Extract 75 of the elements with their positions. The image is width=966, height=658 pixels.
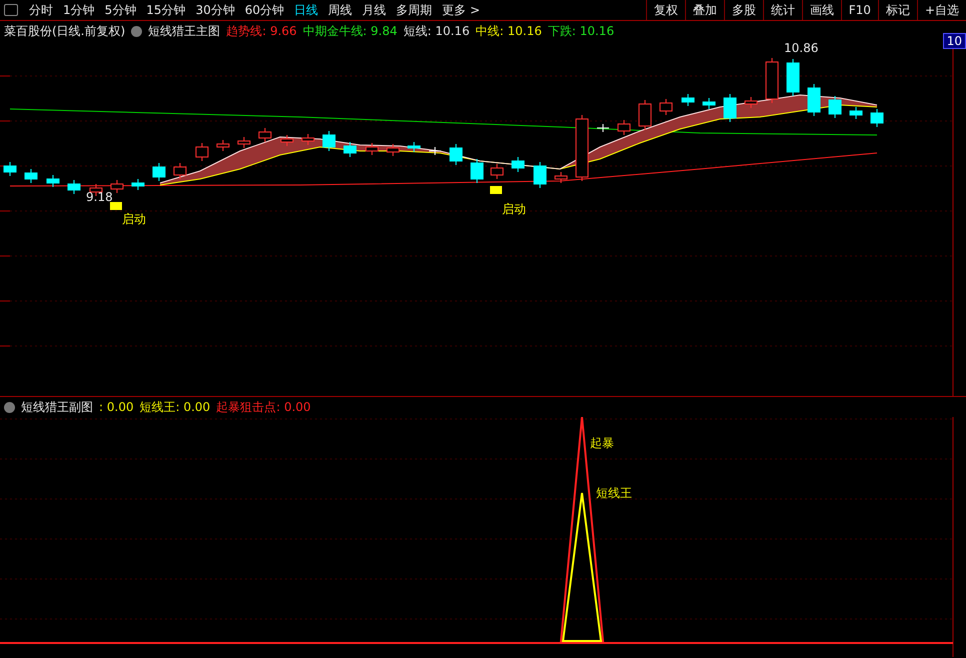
candlestick (850, 106, 862, 120)
legend-value: 短线: 10.16 (403, 22, 470, 40)
dropdown-icon[interactable] (4, 402, 15, 412)
candlestick (702, 98, 716, 110)
candlestick (828, 96, 842, 118)
period-tab[interactable]: 1分钟 (58, 0, 100, 20)
candlestick (366, 142, 378, 156)
indicator-name: 短线猎王副图 (21, 398, 93, 416)
legend-value: 中线: 10.16 (476, 22, 542, 40)
candlestick (386, 144, 400, 156)
candlestick (576, 114, 588, 182)
candlestick (450, 144, 462, 166)
signal-label: 启动 (122, 211, 146, 228)
period-tab[interactable]: 更多 > (437, 0, 485, 20)
candlestick (302, 134, 314, 146)
peak-label: 短线王 (596, 485, 632, 502)
candlestick (152, 162, 166, 182)
candlestick (766, 58, 778, 104)
period-tab[interactable]: 日线 (289, 0, 324, 20)
candlestick (808, 84, 820, 116)
period-tab[interactable]: 月线 (357, 0, 392, 20)
candlestick (344, 142, 356, 158)
candlestick (4, 162, 16, 176)
legend-value: 下跌: 10.16 (548, 22, 614, 40)
period-tab[interactable]: 分时 (24, 0, 58, 20)
period-tab[interactable]: 30分钟 (190, 0, 240, 20)
candlestick (724, 94, 736, 122)
candlestick (174, 162, 186, 180)
candlestick (682, 94, 694, 106)
candlestick (280, 134, 294, 146)
indicator-name: 短线猎王主图 (148, 22, 220, 40)
signal-marker (490, 186, 502, 194)
candlestick (132, 178, 144, 190)
high-price-label: 10.86 (784, 41, 818, 55)
candlestick (490, 164, 504, 180)
legend-value: 趋势线: 9.66 (226, 22, 297, 40)
period-tab[interactable]: 周线 (323, 0, 358, 20)
low-price-label: 9.18 (86, 190, 113, 204)
candlestick (470, 158, 484, 184)
candlestick (216, 140, 230, 152)
period-tab[interactable]: 5分钟 (100, 0, 142, 20)
axis-price-tag: 10 (942, 33, 966, 49)
candlestick (534, 162, 546, 188)
candlestick (596, 124, 610, 132)
period-tab[interactable]: 15分钟 (141, 0, 191, 20)
candlestick (322, 130, 336, 152)
candlestick (428, 146, 442, 156)
dropdown-icon[interactable] (131, 26, 142, 36)
legend-value: 起暴狙击点: 0.00 (216, 398, 311, 416)
legend-value: : 0.00 (99, 400, 134, 414)
signal-marker (110, 202, 122, 210)
period-tab[interactable]: 60分钟 (240, 0, 290, 20)
candlestick (196, 142, 208, 162)
candlestick (638, 100, 652, 130)
window-toggle-icon[interactable] (4, 4, 18, 16)
candlestick (554, 172, 568, 184)
legend-value: 短线王: 0.00 (140, 398, 210, 416)
candlestick (46, 174, 60, 188)
candlestick (744, 96, 758, 108)
candlestick (870, 108, 884, 128)
candlestick (660, 98, 672, 116)
candlestick (618, 120, 630, 136)
candlestick (786, 58, 800, 96)
candlestick (68, 180, 80, 194)
candlestick (408, 142, 420, 152)
signal-label: 启动 (502, 201, 526, 218)
period-tab[interactable]: 多周期 (391, 0, 438, 20)
candlestick (238, 136, 250, 148)
peak-label: 起暴 (590, 435, 614, 452)
candlestick (24, 168, 38, 184)
candlestick (258, 128, 272, 142)
legend-value: 中期金牛线: 9.84 (302, 22, 398, 40)
candlestick (512, 156, 524, 172)
candlestick (110, 180, 124, 194)
stock-title: 菜百股份(日线.前复权) (4, 22, 126, 40)
